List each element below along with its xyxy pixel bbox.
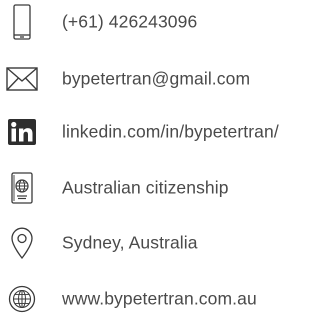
map-pin-icon — [0, 225, 44, 261]
email-link[interactable]: bypetertran@gmail.com — [62, 69, 250, 90]
website-link[interactable]: www.bypetertran.com.au — [62, 289, 257, 310]
envelope-icon — [0, 61, 44, 97]
contact-row-phone: (+61) 426243096 — [0, 4, 336, 40]
contact-row-citizenship: Australian citizenship — [0, 170, 336, 206]
contact-list: (+61) 426243096 bypetertran@gmail.com li… — [0, 0, 336, 329]
contact-row-linkedin: linkedin.com/in/bypetertran/ — [0, 114, 336, 150]
location-text: Sydney, Australia — [62, 232, 198, 253]
linkedin-link[interactable]: linkedin.com/in/bypetertran/ — [62, 122, 279, 143]
contact-row-website: www.bypetertran.com.au — [0, 281, 336, 317]
contact-row-location: Sydney, Australia — [0, 225, 336, 261]
citizenship-text: Australian citizenship — [62, 177, 229, 198]
phone-number[interactable]: (+61) 426243096 — [62, 12, 197, 33]
linkedin-icon — [0, 114, 44, 150]
passport-icon — [0, 170, 44, 206]
smartphone-icon — [0, 4, 44, 40]
globe-icon — [0, 281, 44, 317]
contact-row-email: bypetertran@gmail.com — [0, 61, 336, 97]
